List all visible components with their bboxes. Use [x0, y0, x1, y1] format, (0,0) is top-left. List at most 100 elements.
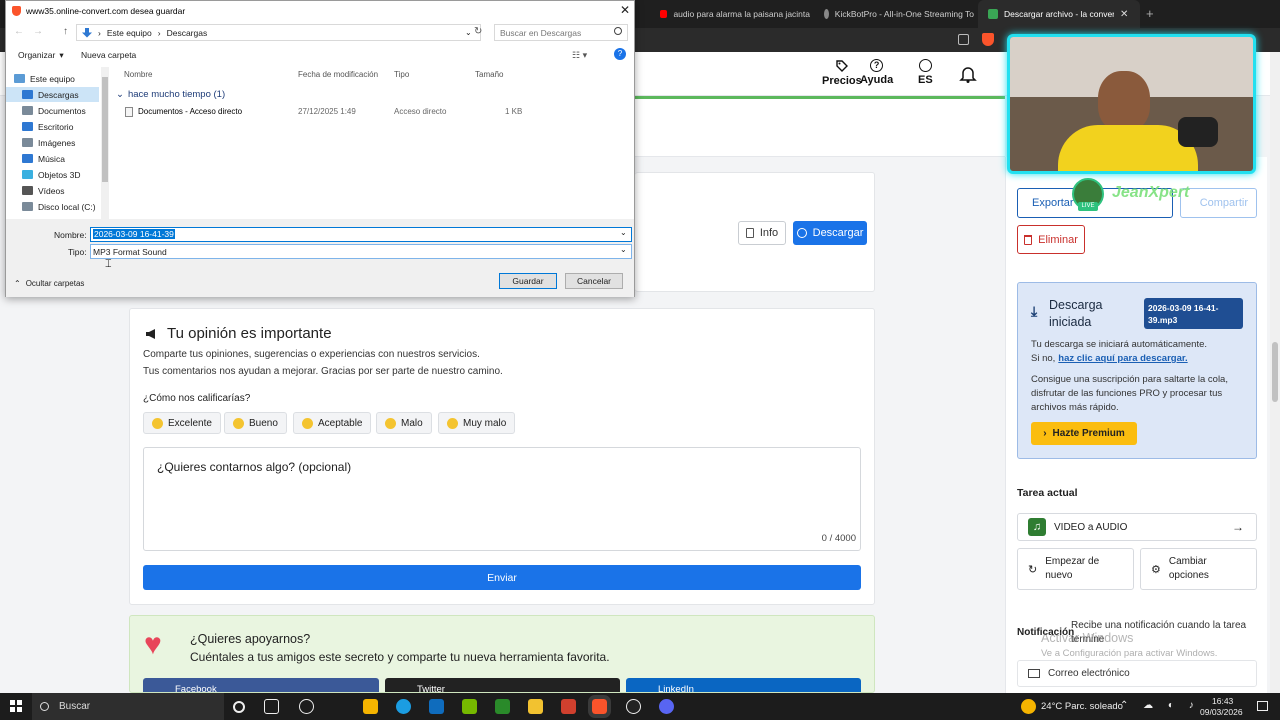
- premium-button[interactable]: › Hazte Premium: [1031, 422, 1137, 445]
- share-button[interactable]: Compartir: [1180, 188, 1257, 218]
- email-notification-option[interactable]: Correo electrónico: [1017, 660, 1257, 687]
- notification-center-icon[interactable]: [1257, 701, 1268, 711]
- brave-shield-icon[interactable]: [982, 33, 994, 46]
- nav-item-objetos-3d[interactable]: Objetos 3D: [22, 167, 81, 182]
- feedback-line-2: Tus comentarios nos ayudan a mejorar. Gr…: [143, 366, 503, 377]
- tab-youtube[interactable]: audio para alarma la paisana jacinta: [650, 0, 810, 28]
- weather-icon: [1021, 699, 1036, 714]
- nav-item-documentos[interactable]: Documentos: [22, 103, 86, 118]
- help-icon[interactable]: ?: [614, 48, 626, 60]
- breadcrumb-item[interactable]: Este equipo: [107, 28, 152, 38]
- path-breadcrumb[interactable]: › Este equipo › Descargas ⌄: [76, 24, 481, 41]
- help-button[interactable]: ? Ayuda: [860, 59, 893, 86]
- save-button[interactable]: Guardar: [499, 273, 557, 289]
- page-scrollbar[interactable]: [1270, 52, 1280, 693]
- windows-start-icon[interactable]: [10, 700, 22, 712]
- support-card: ♥ ¿Quieres apoyarnos? Cuéntales a tus am…: [129, 615, 875, 693]
- refresh-icon[interactable]: ↻: [474, 26, 482, 37]
- share-icon[interactable]: [958, 34, 969, 45]
- new-folder-button[interactable]: Nueva carpeta: [81, 50, 136, 60]
- breadcrumb-item[interactable]: Descargas: [167, 28, 208, 38]
- taskbar-search[interactable]: Buscar: [32, 693, 224, 720]
- nav-item-videos[interactable]: Vídeos: [22, 183, 64, 198]
- current-task-item[interactable]: ♫ VIDEO a AUDIO →: [1017, 513, 1257, 541]
- file-group-header[interactable]: ⌄ hace mucho tiempo (1): [116, 89, 225, 100]
- info-button[interactable]: Info: [738, 221, 786, 245]
- column-modified[interactable]: Fecha de modificación: [298, 70, 378, 79]
- textarea-label: ¿Quieres contarnos algo? (opcional): [157, 460, 352, 474]
- view-options-icon[interactable]: ☷ ▾: [572, 50, 587, 61]
- new-tab-icon[interactable]: +: [1146, 6, 1154, 21]
- filename-input[interactable]: 2026-03-09 16-41-39 ⌄: [90, 227, 632, 242]
- file-explorer-icon[interactable]: [528, 699, 543, 714]
- nav-scrollbar-thumb[interactable]: [102, 77, 108, 182]
- organize-menu[interactable]: Organizar ▾: [18, 50, 64, 61]
- column-type[interactable]: Tipo: [394, 70, 409, 79]
- manual-download-link[interactable]: haz clic aquí para descargar.: [1058, 353, 1187, 364]
- tab-online-convert[interactable]: Descargar archivo - la conversión... ✕: [978, 0, 1140, 28]
- chevron-down-icon[interactable]: ⌄: [620, 245, 627, 254]
- close-icon[interactable]: ✕: [620, 3, 630, 17]
- rating-bueno[interactable]: Bueno: [224, 412, 287, 434]
- discord-icon[interactable]: [659, 699, 674, 714]
- language-button[interactable]: ES: [918, 59, 933, 86]
- twitter-share-button[interactable]: Twitter: [385, 678, 620, 692]
- mail-icon[interactable]: [429, 699, 444, 714]
- capture-icon[interactable]: [495, 699, 510, 714]
- folder-search-input[interactable]: Buscar en Descargas: [494, 24, 628, 41]
- file-row[interactable]: Documentos - Acceso directo 27/12/2025 1…: [124, 106, 544, 119]
- delete-button[interactable]: Eliminar: [1017, 225, 1085, 254]
- submit-feedback-button[interactable]: Enviar: [143, 565, 861, 590]
- notifications-button[interactable]: [958, 64, 978, 84]
- close-tab-icon[interactable]: ✕: [1120, 9, 1128, 20]
- system-tray-icons[interactable]: ⌃ ☁ ◐ ♪: [1120, 700, 1200, 711]
- frown-emoji-icon: [385, 417, 396, 429]
- megaphone-icon: [145, 328, 159, 340]
- task-view-icon[interactable]: [264, 699, 279, 714]
- edge-icon[interactable]: [396, 699, 411, 714]
- rating-muy-malo[interactable]: Muy malo: [438, 412, 516, 434]
- chevron-down-icon[interactable]: ⌄: [620, 228, 627, 237]
- pricing-button[interactable]: Precios: [822, 59, 862, 87]
- nvidia-icon[interactable]: [462, 699, 477, 714]
- tab-kickbot[interactable]: KickBotPro - All-in-One Streaming To: [814, 0, 974, 28]
- app-icon[interactable]: [561, 699, 576, 714]
- back-arrow-icon[interactable]: ←: [14, 26, 24, 37]
- column-name[interactable]: Nombre: [124, 70, 152, 79]
- scrollbar-thumb[interactable]: [1272, 342, 1278, 402]
- activate-windows-subtitle: Ve a Configuración para activar Windows.: [1041, 648, 1218, 659]
- support-subtitle: Cuéntales a tus amigos este secreto y co…: [190, 650, 610, 664]
- obs-icon[interactable]: [626, 699, 641, 714]
- up-arrow-icon[interactable]: ↑: [63, 26, 68, 37]
- search-icon: [614, 27, 622, 35]
- brave-browser-icon[interactable]: [588, 695, 611, 718]
- chevron-down-icon[interactable]: ⌄: [465, 28, 472, 37]
- nav-item-este-equipo[interactable]: Este equipo: [14, 71, 75, 86]
- cortana-icon[interactable]: [233, 701, 245, 713]
- rating-aceptable[interactable]: Aceptable: [293, 412, 372, 434]
- nav-item-imagenes[interactable]: Imágenes: [22, 135, 75, 150]
- linkedin-share-button[interactable]: LinkedIn: [626, 678, 861, 692]
- forward-arrow-icon[interactable]: →: [33, 26, 43, 37]
- download-button[interactable]: Descargar: [793, 221, 867, 245]
- column-size[interactable]: Tamaño: [475, 70, 503, 79]
- facebook-share-button[interactable]: Facebook: [143, 678, 379, 692]
- feedback-textarea[interactable]: ¿Quieres contarnos algo? (opcional) 0 / …: [143, 447, 861, 551]
- change-options-button[interactable]: ⚙ Cambiar opciones: [1140, 548, 1257, 590]
- rating-malo[interactable]: Malo: [376, 412, 432, 434]
- streamer-name: JeanXpert: [1112, 184, 1190, 201]
- restart-button[interactable]: ↻ Empezar de nuevo: [1017, 548, 1134, 590]
- hide-folders-toggle[interactable]: ⌃ Ocultar carpetas: [14, 279, 84, 288]
- nav-item-disco-local[interactable]: Disco local (C:): [22, 199, 96, 214]
- cancel-button[interactable]: Cancelar: [565, 273, 623, 289]
- speed-icon[interactable]: [299, 699, 314, 714]
- store-icon[interactable]: [363, 699, 378, 714]
- pictures-icon: [22, 138, 33, 147]
- nav-scrollbar[interactable]: [101, 67, 109, 219]
- rating-excelente[interactable]: Excelente: [143, 412, 221, 434]
- nav-item-descargas[interactable]: Descargas: [6, 87, 99, 102]
- webcam-person-shirt: [1058, 125, 1198, 171]
- nav-item-escritorio[interactable]: Escritorio: [22, 119, 73, 134]
- nav-item-musica[interactable]: Música: [22, 151, 65, 166]
- filetype-select[interactable]: MP3 Format Sound ⌄: [90, 244, 632, 259]
